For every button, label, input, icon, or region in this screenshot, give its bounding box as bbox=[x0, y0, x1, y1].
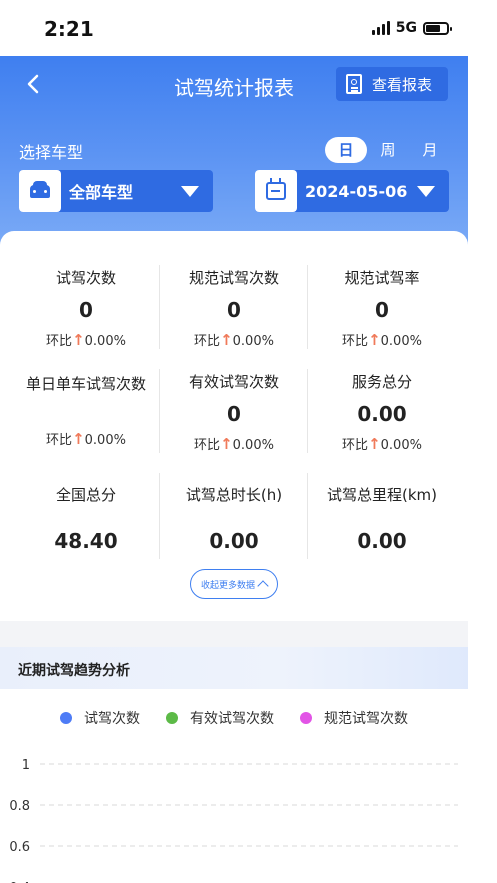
status-bar: 2:21 5G bbox=[0, 0, 497, 56]
battery-icon bbox=[423, 21, 452, 35]
date-value: 2024-05-06 bbox=[305, 181, 408, 201]
period-week[interactable]: 周 bbox=[367, 137, 409, 163]
trend-title: 近期试驾趋势分析 bbox=[18, 663, 130, 679]
status-icons: 5G bbox=[371, 20, 452, 36]
stat-change: 环比↑0.00% bbox=[46, 331, 126, 349]
status-time: 2:21 bbox=[44, 17, 94, 41]
legend-dot bbox=[166, 712, 178, 724]
stat-total-mileage: 试驾总里程(km) 0.00 bbox=[308, 484, 456, 553]
date-picker[interactable]: 2024-05-06 bbox=[255, 170, 449, 212]
stat-label: 规范试驾率 bbox=[344, 269, 420, 287]
legend-label: 规范试驾次数 bbox=[324, 711, 408, 727]
stat-label: 规范试驾次数 bbox=[188, 269, 279, 287]
view-report-button[interactable]: 查看报表 bbox=[336, 67, 448, 101]
period-month[interactable]: 月 bbox=[409, 137, 451, 163]
legend-label: 有效试驾次数 bbox=[190, 711, 274, 727]
network-label: 5G bbox=[395, 20, 417, 36]
calendar-icon bbox=[266, 178, 286, 200]
stat-value: 0 bbox=[227, 298, 241, 322]
up-arrow-icon: ↑ bbox=[220, 331, 233, 349]
stat-value: 0 bbox=[375, 298, 389, 322]
legend-dot bbox=[60, 712, 72, 724]
car-icon bbox=[30, 180, 50, 198]
stat-change: 环比↑0.00% bbox=[342, 331, 422, 349]
up-arrow-icon: ↑ bbox=[72, 430, 85, 448]
signal-icon bbox=[371, 21, 390, 35]
calendar-icon-box bbox=[255, 170, 297, 212]
legend-label: 试驾次数 bbox=[84, 711, 140, 727]
stat-value: 0.00 bbox=[357, 529, 407, 553]
car-type-dropdown[interactable]: 全部车型 bbox=[19, 170, 213, 212]
stat-label: 试驾总时长(h) bbox=[185, 486, 283, 504]
chevron-up-icon bbox=[257, 580, 269, 592]
legend-dot bbox=[300, 712, 312, 724]
legend-item[interactable]: 有效试驾次数 bbox=[166, 708, 274, 728]
stat-label: 服务总分 bbox=[351, 373, 412, 391]
stat-total-duration: 试驾总时长(h) 0.00 bbox=[160, 484, 308, 553]
caret-down-icon bbox=[417, 185, 435, 197]
report-icon bbox=[346, 74, 362, 94]
stat-valid-count: 有效试驾次数 0 环比↑0.00% bbox=[160, 371, 308, 453]
legend-item[interactable]: 试驾次数 bbox=[60, 708, 140, 728]
stat-service-score: 服务总分 0.00 环比↑0.00% bbox=[308, 371, 456, 453]
view-report-label: 查看报表 bbox=[372, 75, 433, 94]
y-tick-label: 0.8 bbox=[9, 799, 30, 814]
stat-label: 单日单车试驾次数 bbox=[25, 375, 146, 393]
stat-label: 有效试驾次数 bbox=[188, 373, 279, 391]
stat-change: 环比↑0.00% bbox=[194, 435, 274, 453]
y-tick-label: 0.6 bbox=[9, 840, 30, 855]
up-arrow-icon: ↑ bbox=[368, 331, 381, 349]
stat-value: 0.00 bbox=[357, 402, 407, 426]
stat-change: 环比↑0.00% bbox=[194, 331, 274, 349]
chart-legend: 试驾次数 有效试驾次数 规范试驾次数 bbox=[0, 708, 468, 728]
period-toggle: 日 周 月 bbox=[325, 137, 451, 163]
stat-label: 全国总分 bbox=[55, 486, 116, 504]
stat-value: 0 bbox=[79, 298, 93, 322]
car-icon-box bbox=[19, 170, 61, 212]
stat-change: 环比↑0.00% bbox=[342, 435, 422, 453]
stat-standard-count: 规范试驾次数 0 环比↑0.00% bbox=[160, 267, 308, 349]
section-gap bbox=[0, 621, 468, 647]
stat-change: 环比↑0.00% bbox=[46, 430, 126, 448]
stat-label: 试驾总里程(km) bbox=[326, 486, 437, 504]
trend-chart: 10.80.60.4 bbox=[9, 758, 458, 883]
stats-card: 试驾次数 0 环比↑0.00% 规范试驾次数 0 环比↑0.00% 规范试驾率 … bbox=[0, 231, 468, 621]
header: 试驾统计报表 查看报表 选择车型 日 周 月 全部车型 2024-05-06 bbox=[0, 56, 468, 246]
legend-item[interactable]: 规范试驾次数 bbox=[300, 708, 408, 728]
up-arrow-icon: ↑ bbox=[220, 435, 233, 453]
stat-single-day-car: 单日单车试驾次数 环比↑0.00% bbox=[12, 373, 160, 448]
up-arrow-icon: ↑ bbox=[72, 331, 85, 349]
collapse-more-button[interactable]: 收起更多数据 bbox=[190, 569, 278, 599]
trend-header: 近期试驾趋势分析 bbox=[0, 647, 468, 689]
stat-trial-count: 试驾次数 0 环比↑0.00% bbox=[12, 267, 160, 349]
car-type-value: 全部车型 bbox=[69, 183, 134, 202]
period-day[interactable]: 日 bbox=[325, 137, 367, 163]
y-tick-label: 1 bbox=[22, 758, 30, 773]
stat-value: 0 bbox=[227, 402, 241, 426]
stat-national-score: 全国总分 48.40 bbox=[12, 484, 160, 553]
select-car-label: 选择车型 bbox=[19, 143, 84, 162]
collapse-label: 收起更多数据 bbox=[200, 580, 255, 591]
stat-standard-rate: 规范试驾率 0 环比↑0.00% bbox=[308, 267, 456, 349]
stat-label: 试驾次数 bbox=[55, 269, 116, 287]
up-arrow-icon: ↑ bbox=[368, 435, 381, 453]
caret-down-icon bbox=[181, 185, 199, 197]
stat-value: 48.40 bbox=[54, 529, 118, 553]
stat-value: 0.00 bbox=[209, 529, 259, 553]
